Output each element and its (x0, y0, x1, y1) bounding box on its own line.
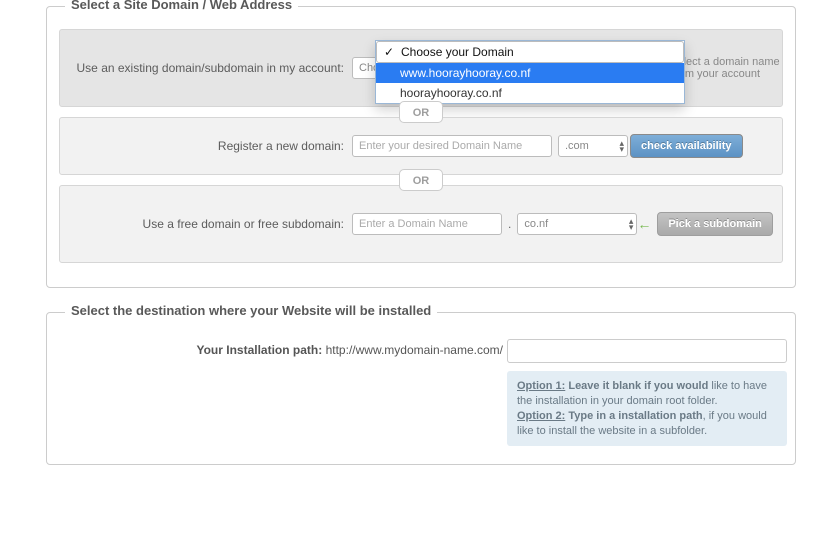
pick-subdomain-button[interactable]: Pick a subdomain (657, 212, 773, 236)
free-tld-select[interactable] (517, 213, 637, 235)
install-path-input[interactable] (507, 339, 787, 363)
register-domain-input[interactable] (352, 135, 552, 157)
register-domain-label: Register a new domain: (72, 139, 352, 153)
existing-domain-hint: select a domain name from your account (672, 56, 792, 80)
section-legend: Select the destination where your Websit… (65, 303, 437, 318)
existing-domain-panel: Use an existing domain/subdomain in my a… (59, 29, 783, 107)
or-divider: OR (399, 169, 443, 191)
free-domain-panel: Use a free domain or free subdomain: . ▴… (59, 185, 783, 263)
dot-separator: . (508, 217, 511, 231)
free-domain-label: Use a free domain or free subdomain: (72, 217, 352, 231)
arrow-left-icon: ← (637, 216, 651, 232)
section-legend: Select a Site Domain / Web Address (65, 0, 298, 12)
domain-option[interactable]: www.hoorayhooray.co.nf (376, 63, 684, 83)
check-availability-button[interactable]: check availability (630, 134, 743, 158)
existing-domain-dropdown[interactable]: Choose your Domain www.hoorayhooray.co.n… (375, 40, 685, 104)
existing-domain-label: Use an existing domain/subdomain in my a… (72, 61, 352, 75)
install-path-note: Option 1: Leave it blank if you would li… (507, 371, 787, 446)
site-domain-section: Select a Site Domain / Web Address Use a… (46, 6, 796, 288)
register-domain-panel: Register a new domain: ▴▾ check availabi… (59, 117, 783, 175)
free-domain-input[interactable] (352, 213, 502, 235)
destination-section: Select the destination where your Websit… (46, 312, 796, 465)
domain-option[interactable]: Choose your Domain (376, 41, 684, 63)
register-tld-select[interactable] (558, 135, 628, 157)
or-divider: OR (399, 101, 443, 123)
domain-option[interactable]: hoorayhooray.co.nf (376, 83, 684, 103)
install-path-label: Your Installation path: http://www.mydom… (67, 339, 507, 357)
